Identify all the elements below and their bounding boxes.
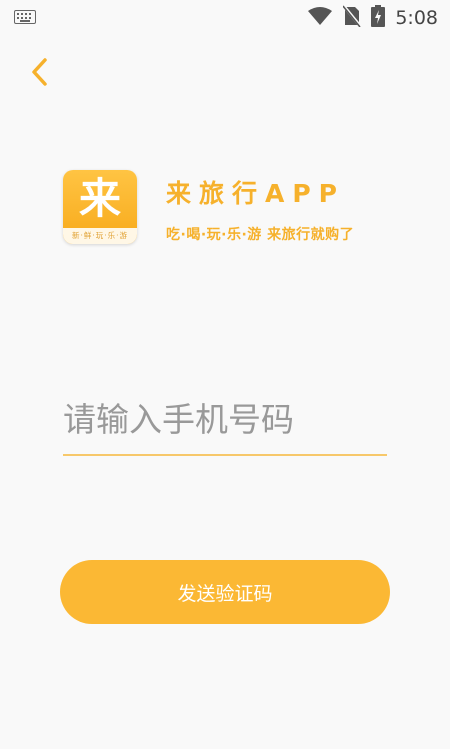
logo-subtext: 新·鲜·玩·乐·游 (63, 228, 137, 244)
back-button[interactable] (24, 56, 56, 92)
status-time: 5:08 (395, 7, 438, 29)
keyboard-icon (14, 9, 36, 28)
no-sim-icon (342, 4, 363, 31)
status-bar: 5:08 (0, 0, 450, 36)
app-slogan: 吃·喝·玩·乐·游 来旅行就购了 (166, 227, 355, 243)
input-underline (63, 454, 387, 456)
send-code-button[interactable]: 发送验证码 (60, 560, 390, 624)
logo-character: 来 (78, 174, 121, 223)
battery-charging-icon (371, 5, 386, 31)
phone-input[interactable] (63, 386, 387, 452)
app-logo: 来 新·鲜·玩·乐·游 (63, 170, 137, 244)
app-title: 来旅行APP (166, 179, 345, 208)
status-right-group: 5:08 (307, 4, 438, 31)
chevron-left-icon (30, 57, 50, 91)
wifi-icon (307, 6, 333, 30)
